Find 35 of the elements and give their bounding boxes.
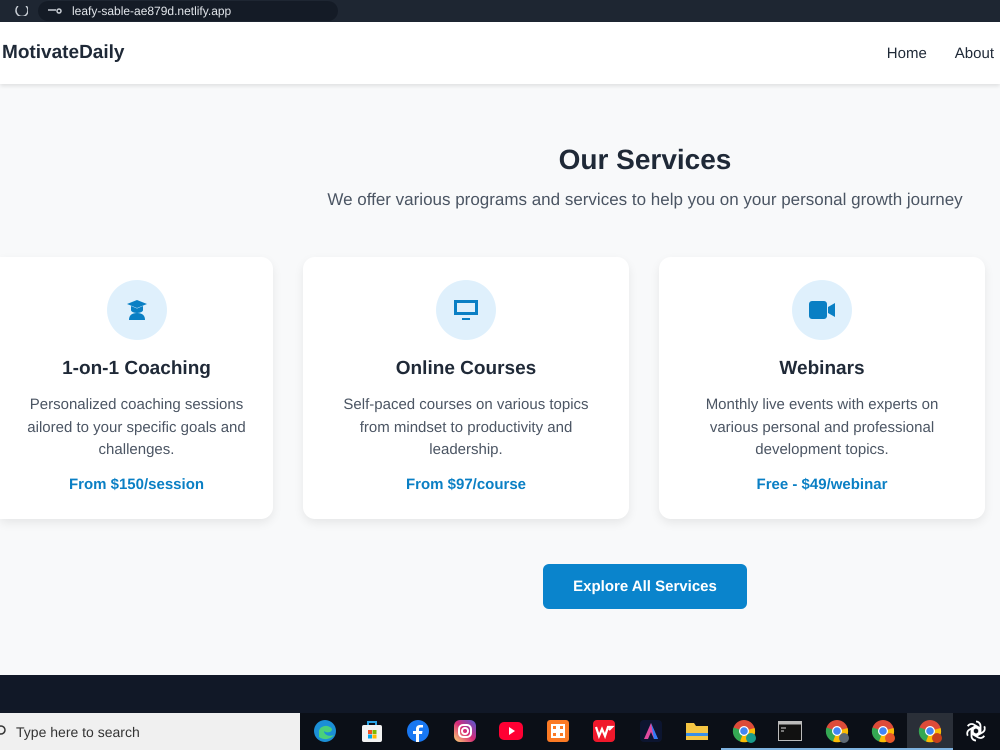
card-title: Online Courses <box>396 358 536 380</box>
card-price: From $150/session <box>68 476 204 493</box>
video-camera-icon <box>809 301 835 319</box>
edge-icon <box>313 718 338 742</box>
graduate-icon <box>126 299 148 321</box>
nav-link[interactable]: About <box>954 44 994 62</box>
terminal-icon <box>778 720 802 740</box>
taskbar-search-field[interactable]: Type here to search <box>0 713 300 750</box>
instagram-icon <box>452 718 477 742</box>
brand-logo[interactable]: MotivateDaily <box>2 42 124 64</box>
store-bag-icon <box>360 718 384 742</box>
play-icon <box>499 722 524 740</box>
card-price: Free - $49/webinar <box>756 476 888 493</box>
facebook-icon <box>406 718 430 742</box>
xampp-icon <box>546 718 570 742</box>
taskbar-app-button[interactable] <box>906 713 953 750</box>
site-info-icon[interactable] <box>48 7 62 15</box>
address-bar[interactable]: leafy-sable-ae879d.netlify.app <box>38 1 338 21</box>
card-title: Webinars <box>779 358 865 380</box>
card-description: Monthly live events with experts on various personal and professional development topics. <box>704 395 940 460</box>
reload-icon[interactable] <box>14 6 28 16</box>
nav-link[interactable]: Home <box>886 44 927 62</box>
section-title: Our Services <box>558 144 732 176</box>
card-title: 1-on-1 Coaching <box>62 358 211 380</box>
explore-services-button[interactable]: Explore All Services <box>543 564 747 609</box>
search-placeholder: Type here to search <box>16 724 140 740</box>
wps-icon <box>592 718 616 742</box>
card-price: From $97/course <box>406 476 526 493</box>
url-text: leafy-sable-ae879d.netlify.app <box>72 4 232 18</box>
monitor-icon <box>453 299 479 321</box>
openai-knot-icon <box>964 718 988 742</box>
card-description: Personalized coaching sessions ailored to your specific goals and challenges. <box>26 395 247 460</box>
card-description: Self-paced courses on various topics from mindset to productivity and leadership. <box>342 395 590 460</box>
section-subtitle: We offer various programs and services to help you on your personal growth journey <box>327 190 963 210</box>
triangle-logo-icon <box>638 718 663 742</box>
